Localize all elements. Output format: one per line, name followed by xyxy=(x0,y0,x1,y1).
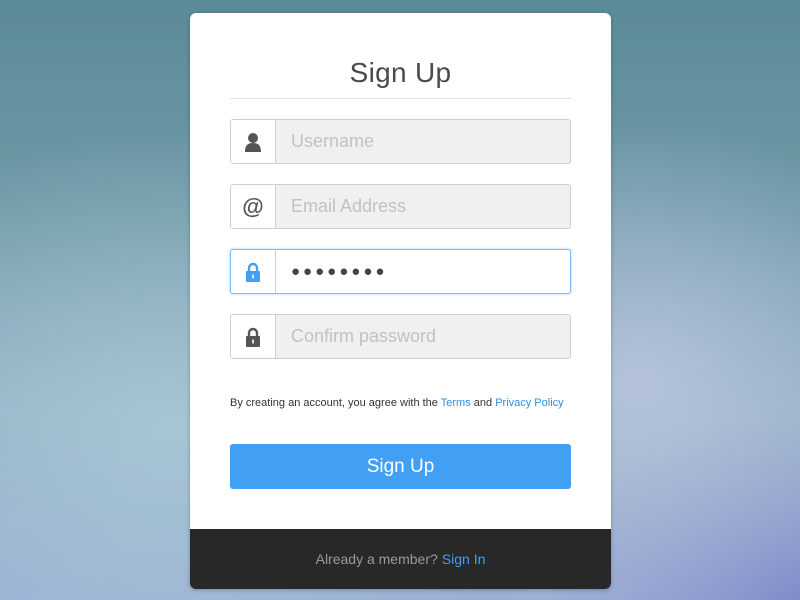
username-input[interactable]: Username xyxy=(276,120,570,163)
lock-icon xyxy=(246,262,260,282)
email-field[interactable]: @ Email Address xyxy=(230,184,571,229)
terms-notice: By creating an account, you agree with t… xyxy=(230,395,570,412)
email-addon: @ xyxy=(231,185,276,228)
password-addon xyxy=(231,250,276,293)
password-input[interactable]: ●●●●●●●● xyxy=(276,250,570,293)
username-field[interactable]: Username xyxy=(230,119,571,164)
footer-text: Already a member? xyxy=(315,551,438,567)
signup-card: Sign Up Username @ Email Address ●●●●●●●… xyxy=(190,13,611,589)
terms-link[interactable]: Terms xyxy=(441,397,471,409)
at-icon: @ xyxy=(242,193,264,219)
sign-in-link[interactable]: Sign In xyxy=(442,551,486,567)
terms-and: and xyxy=(470,397,496,409)
password-field[interactable]: ●●●●●●●● xyxy=(230,249,571,294)
page-title: Sign Up xyxy=(349,57,452,88)
user-icon xyxy=(245,132,261,152)
terms-prefix: By creating an account, you agree with t… xyxy=(230,397,441,409)
privacy-policy-link[interactable]: Privacy Policy xyxy=(495,397,563,409)
confirm-password-addon xyxy=(231,315,276,358)
confirm-password-field[interactable]: Confirm password xyxy=(230,314,571,359)
footer: Already a member? Sign In xyxy=(190,529,611,589)
email-input[interactable]: Email Address xyxy=(276,185,570,228)
sign-up-button[interactable]: Sign Up xyxy=(230,444,571,489)
title-divider xyxy=(230,98,571,99)
username-addon xyxy=(231,120,276,163)
confirm-password-input[interactable]: Confirm password xyxy=(276,315,570,358)
lock-icon xyxy=(246,327,260,347)
